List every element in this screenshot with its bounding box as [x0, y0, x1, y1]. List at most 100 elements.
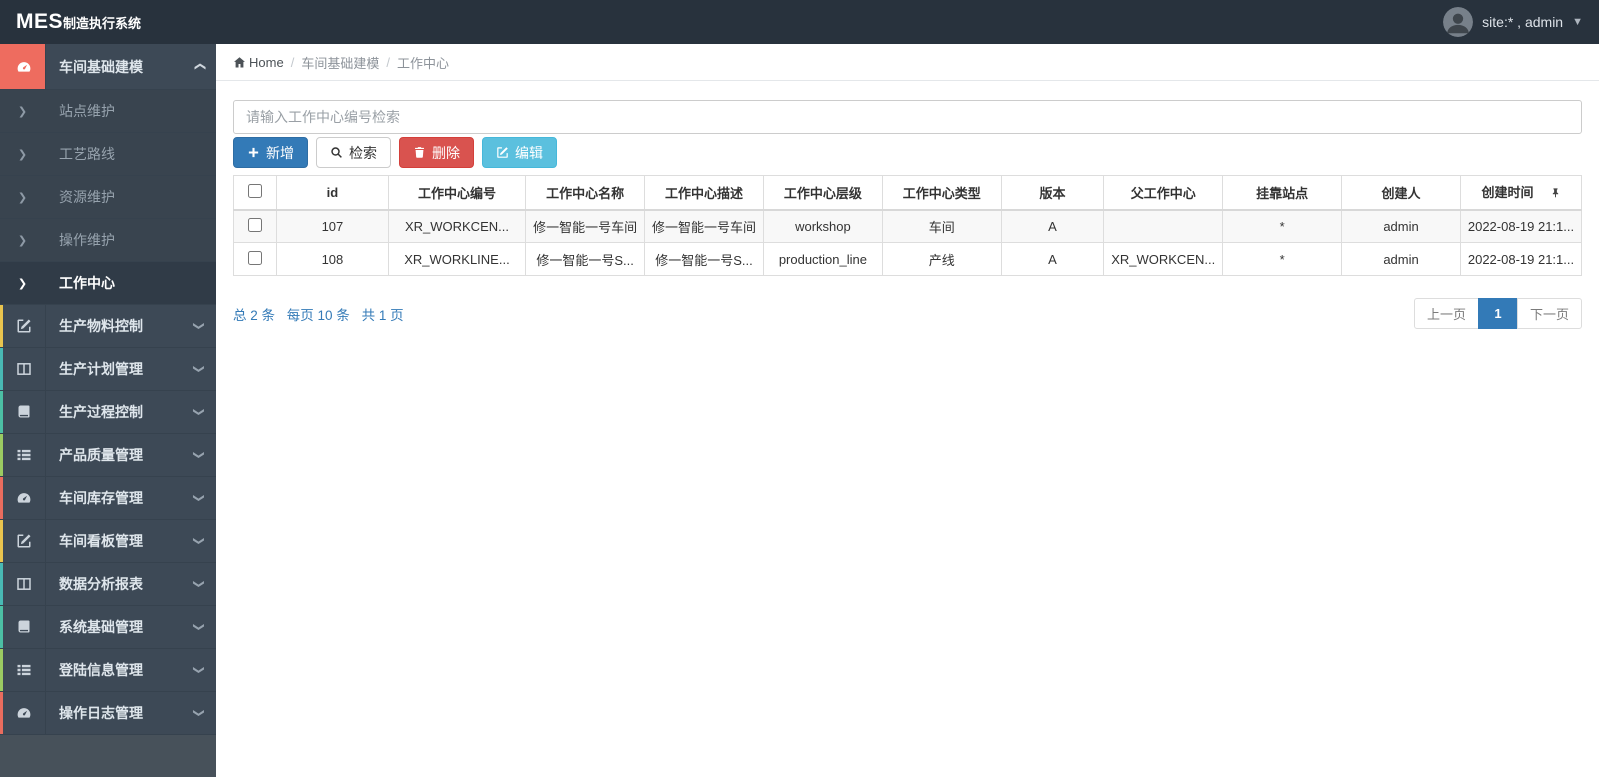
- chevron-down-icon: ▼: [1572, 16, 1583, 28]
- column-header[interactable]: 工作中心层级: [762, 175, 883, 211]
- table-cell: A: [1000, 242, 1105, 276]
- pagination-pages: 共 1 页: [361, 307, 404, 323]
- sidebar-sub-item[interactable]: ❯ 资源维护: [0, 176, 216, 219]
- breadcrumb-home[interactable]: Home: [233, 55, 284, 70]
- sidebar-sub-item[interactable]: ❯ 操作维护: [0, 219, 216, 262]
- table-header-row: id 工作中心编号 工作中心名称 工作中心描述 工作中心层级 工作中心类型 版本 父工作中心 挂…: [232, 175, 1583, 211]
- column-header[interactable]: 创建人: [1341, 175, 1461, 211]
- sidebar-sub-item[interactable]: ❯ 工作中心: [0, 262, 216, 305]
- sidebar-group-label: 生产过程控制: [59, 404, 143, 420]
- add-button-label: 新增: [266, 144, 294, 161]
- brand-bold: MES: [16, 10, 64, 33]
- sidebar-sub-item[interactable]: ❯ 工艺路线: [0, 133, 216, 176]
- plus-icon: [248, 147, 259, 158]
- columns-icon: [0, 563, 46, 605]
- sidebar-sub-label: 站点维护: [59, 103, 115, 119]
- chevron-right-icon: ❯: [17, 191, 28, 204]
- table-row[interactable]: 108 XR_WORKLINE... 修一智能一号S... 修一智能一号S... pro…: [232, 242, 1583, 276]
- book-icon: [0, 391, 46, 433]
- sidebar-group-item[interactable]: 数据分析报表 ❯: [0, 563, 216, 606]
- table-cell: 修一智能一号车间: [644, 209, 764, 243]
- column-header[interactable]: 工作中心名称: [525, 175, 646, 211]
- chevron-right-icon: ❯: [17, 148, 28, 161]
- table-cell: 车间: [881, 209, 1002, 243]
- table-cell: 产线: [881, 242, 1002, 276]
- column-header[interactable]: 挂靠站点: [1222, 175, 1343, 211]
- edit-icon: [0, 305, 46, 347]
- row-select-cell: [232, 242, 278, 276]
- chevron-right-icon: ❯: [17, 277, 28, 290]
- table-cell: workshop: [762, 209, 883, 243]
- home-icon: [234, 56, 245, 68]
- user-menu[interactable]: site:* , admin ▼: [1443, 7, 1583, 37]
- chevron-down-icon: ❯: [192, 665, 205, 675]
- delete-button[interactable]: 删除: [399, 137, 474, 168]
- sidebar: 车间基础建模 ❯ ❯ 站点维护 ❯ 工艺路线 ❯ 资源维护 ❯ 操作维护 ❯ 工作中心 生产物料控制 ❯ 生…: [0, 44, 216, 777]
- table-cell: XR_WORKCEN...: [1103, 242, 1224, 276]
- sidebar-group-item[interactable]: 车间库存管理 ❯: [0, 477, 216, 520]
- sidebar-group-item[interactable]: 车间看板管理 ❯: [0, 520, 216, 563]
- sidebar-group-item[interactable]: 生产物料控制 ❯: [0, 305, 216, 348]
- sidebar-group-item[interactable]: 车间基础建模 ❯: [0, 44, 216, 90]
- chevron-down-icon: ❯: [192, 493, 205, 503]
- column-header[interactable]: id: [276, 175, 389, 211]
- sidebar-group-item[interactable]: 操作日志管理 ❯: [0, 692, 216, 735]
- page-1-button[interactable]: 1: [1477, 298, 1518, 329]
- chevron-down-icon: ❯: [192, 536, 205, 546]
- sidebar-group-item[interactable]: 生产过程控制 ❯: [0, 391, 216, 434]
- user-label: site:* , admin: [1482, 14, 1564, 30]
- pagination-summary[interactable]: 总 2 条 每页 10 条 共 1 页: [233, 304, 412, 324]
- column-header[interactable]: 版本: [1000, 175, 1105, 211]
- content: 新增 检索 删除 编辑 id 工作中心编号 工作中心名称 工作中心描述 工作中心层级 工作…: [216, 81, 1599, 348]
- add-button[interactable]: 新增: [233, 137, 308, 168]
- column-header-label: 版本: [1039, 185, 1066, 201]
- column-header-label: 创建时间: [1481, 185, 1534, 201]
- sidebar-group-item[interactable]: 产品质量管理 ❯: [0, 434, 216, 477]
- select-all-checkbox[interactable]: [248, 183, 263, 198]
- chevron-down-icon: ❯: [192, 450, 205, 460]
- sidebar-group-label: 生产物料控制: [59, 318, 143, 334]
- columns-icon: [0, 348, 46, 390]
- sidebar-group-item[interactable]: 登陆信息管理 ❯: [0, 649, 216, 692]
- sidebar-group-label: 操作日志管理: [59, 705, 143, 721]
- sidebar-menu: 车间基础建模 ❯ ❯ 站点维护 ❯ 工艺路线 ❯ 资源维护 ❯ 操作维护 ❯ 工作中心 生产物料控制 ❯ 生…: [0, 44, 216, 735]
- sidebar-group-label: 生产计划管理: [59, 361, 143, 377]
- table-cell: 108: [276, 242, 389, 276]
- table-row[interactable]: 107 XR_WORKCEN... 修一智能一号车间 修一智能一号车间 workshop…: [232, 209, 1583, 243]
- list-icon: [0, 434, 46, 476]
- column-header[interactable]: 工作中心编号: [387, 175, 527, 211]
- sidebar-group-item[interactable]: 生产计划管理 ❯: [0, 348, 216, 391]
- chevron-down-icon: ❯: [192, 321, 205, 331]
- table-cell: 修一智能一号S...: [525, 242, 646, 276]
- dashboard-icon: [0, 44, 46, 89]
- column-header[interactable]: 创建时间: [1459, 175, 1583, 211]
- edit-button[interactable]: 编辑: [482, 137, 557, 168]
- sidebar-sub-label: 工作中心: [59, 275, 115, 291]
- row-checkbox[interactable]: [248, 217, 263, 232]
- sidebar-group-item[interactable]: 系统基础管理 ❯: [0, 606, 216, 649]
- edit-icon: [497, 147, 508, 158]
- prev-page-button[interactable]: 上一页: [1413, 298, 1479, 329]
- row-checkbox[interactable]: [248, 250, 263, 265]
- app-brand[interactable]: MES 制造执行系统: [16, 10, 141, 34]
- breadcrumb-item[interactable]: 车间基础建模: [301, 53, 379, 72]
- sidebar-sub-item[interactable]: ❯ 站点维护: [0, 90, 216, 133]
- search-button[interactable]: 检索: [316, 137, 391, 168]
- trash-icon: [415, 147, 424, 158]
- pin-icon[interactable]: [1550, 187, 1561, 202]
- next-page-button[interactable]: 下一页: [1516, 298, 1582, 329]
- chevron-down-icon: ❯: [192, 407, 205, 417]
- book-icon: [0, 606, 46, 648]
- workcenter-table: id 工作中心编号 工作中心名称 工作中心描述 工作中心层级 工作中心类型 版本 父工作中心 挂…: [232, 175, 1583, 276]
- chevron-down-icon: ❯: [192, 579, 205, 589]
- top-navbar: MES 制造执行系统 site:* , admin ▼: [0, 0, 1599, 44]
- column-header[interactable]: 工作中心描述: [644, 175, 764, 211]
- column-header[interactable]: 工作中心类型: [881, 175, 1002, 211]
- dashboard-icon: [0, 477, 46, 519]
- sidebar-group-label: 登陆信息管理: [59, 662, 143, 678]
- toolbar: 新增 检索 删除 编辑: [233, 137, 1582, 168]
- search-input[interactable]: [233, 100, 1582, 134]
- column-header[interactable]: 父工作中心: [1103, 175, 1224, 211]
- column-header-label: 工作中心编号: [417, 185, 496, 201]
- table-cell: XR_WORKLINE...: [387, 242, 527, 276]
